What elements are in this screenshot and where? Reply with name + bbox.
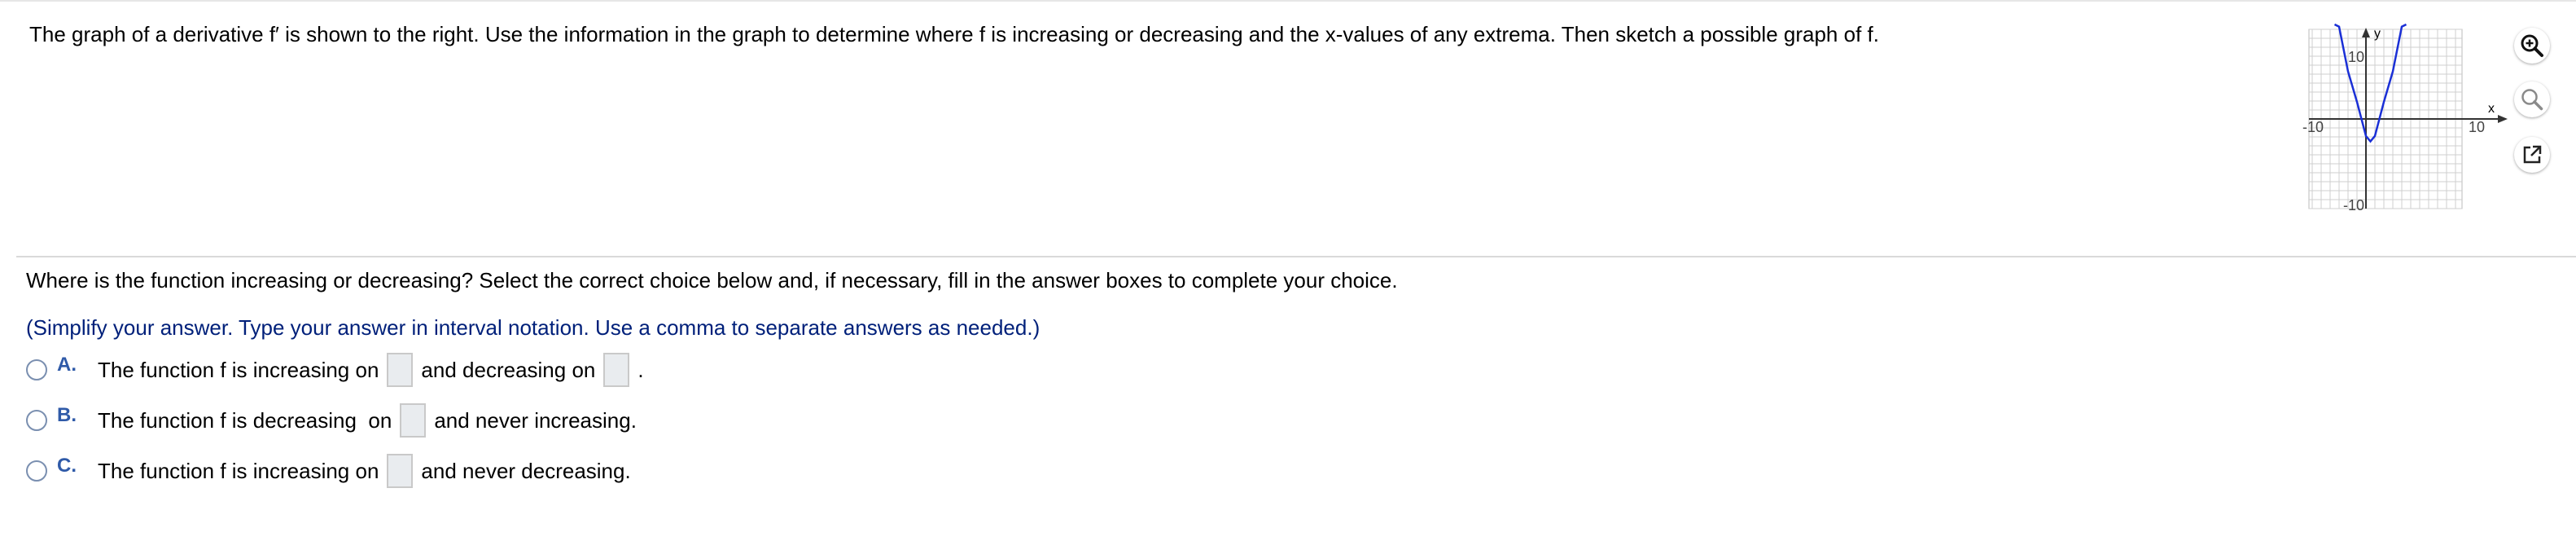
choice-a[interactable]: A. The function f is increasing on and d…: [26, 350, 644, 389]
choice-c[interactable]: C. The function f is increasing on and n…: [26, 451, 631, 490]
answer-box-a-decreasing[interactable]: [603, 353, 630, 387]
choice-b-text: The function f is decreasing on: [98, 407, 392, 433]
derivative-graph-thumbnail[interactable]: y x 10 -10 -10 10: [2302, 23, 2514, 215]
radio-a[interactable]: [26, 359, 47, 380]
zoom-in-icon: [2521, 34, 2543, 57]
x-tick-right: 10: [2469, 119, 2485, 135]
choice-c-end: and never decreasing.: [421, 458, 631, 483]
choice-b-end: and never increasing.: [434, 407, 637, 433]
answer-box-c[interactable]: [387, 454, 414, 488]
radio-b[interactable]: [26, 410, 47, 431]
choice-c-letter: C.: [57, 455, 77, 477]
choice-b-letter: B.: [57, 404, 77, 426]
zoom-in-button[interactable]: [2514, 28, 2550, 64]
y-tick-bottom: -10: [2343, 197, 2364, 213]
external-link-icon: [2523, 145, 2542, 164]
top-border: [0, 0, 2576, 2]
choice-b[interactable]: B. The function f is decreasing on and n…: [26, 401, 637, 440]
choice-a-letter: A.: [57, 354, 77, 376]
choice-a-end: .: [637, 357, 644, 382]
hint-text: (Simplify your answer. Type your answer …: [26, 315, 1040, 340]
choice-c-text: The function f is increasing on: [98, 458, 379, 483]
section-divider: [16, 256, 2576, 257]
popout-button[interactable]: [2514, 137, 2550, 173]
zoom-out-icon: [2521, 89, 2543, 111]
y-tick-top: 10: [2348, 49, 2364, 65]
x-axis-arrow: [2498, 115, 2508, 123]
choice-a-middle: and decreasing on: [421, 357, 596, 382]
answer-box-a-increasing[interactable]: [387, 353, 414, 387]
answer-box-b[interactable]: [400, 403, 427, 438]
radio-c[interactable]: [26, 460, 47, 482]
x-axis-label: x: [2488, 102, 2495, 116]
question-text: The graph of a derivative f′ is shown to…: [29, 22, 1879, 46]
y-axis-label: y: [2374, 27, 2381, 41]
prompt-text: Where is the function increasing or decr…: [26, 268, 1398, 292]
x-tick-left: -10: [2302, 119, 2324, 135]
zoom-out-button[interactable]: [2514, 81, 2550, 117]
choice-a-text: The function f is increasing on: [98, 357, 379, 382]
